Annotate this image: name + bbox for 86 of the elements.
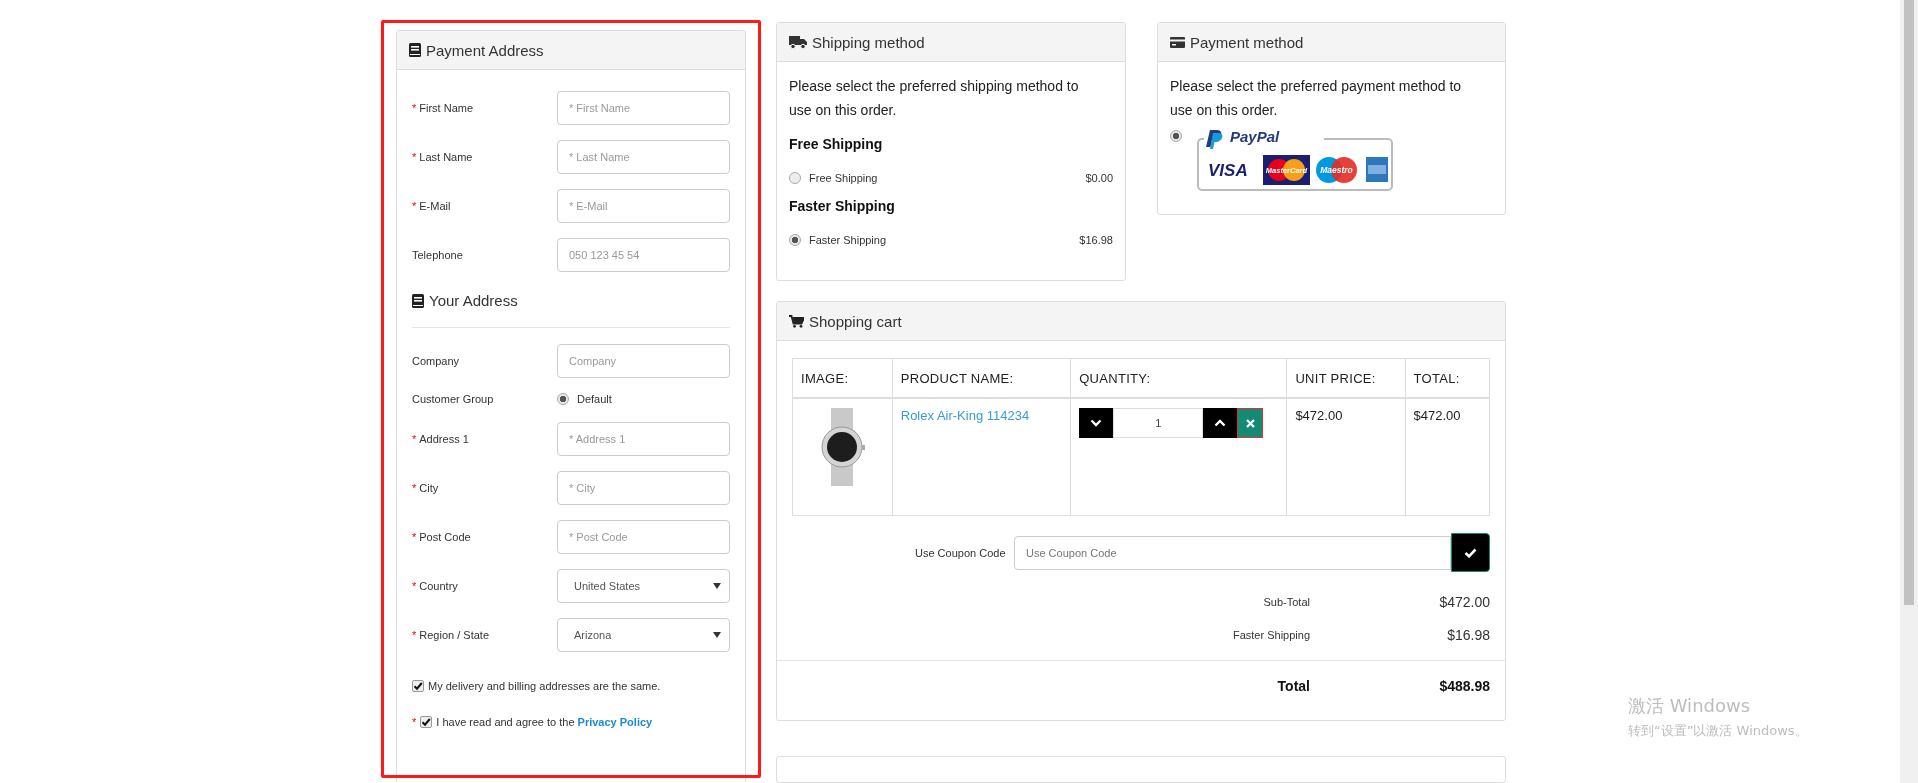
option-label: Free Shipping <box>809 172 878 184</box>
card-title: Shopping cart <box>809 312 902 330</box>
input-field[interactable]: * E-Mail <box>557 189 730 223</box>
privacy-policy-link[interactable]: Privacy Policy <box>577 716 653 728</box>
field-label: Address 1 <box>419 433 469 445</box>
card-title: Shipping method <box>812 33 925 51</box>
field-label: Telephone <box>412 249 463 261</box>
required-mark: * <box>412 433 417 445</box>
option-price: $16.98 <box>1079 234 1113 246</box>
field-label: Country <box>419 580 458 592</box>
section-title: Your Address <box>429 292 518 309</box>
required-mark: * <box>412 580 417 592</box>
card-title: Payment Address <box>426 41 544 59</box>
field-label: Region / State <box>419 629 489 641</box>
decrease-button[interactable] <box>1079 408 1114 438</box>
radio-label: Default <box>577 393 612 405</box>
cart-icon <box>789 314 804 328</box>
apply-coupon-button[interactable] <box>1451 533 1490 572</box>
remove-button[interactable] <box>1237 408 1264 438</box>
field-label: City <box>419 482 439 494</box>
required-mark: * <box>412 482 417 494</box>
caret-down-icon <box>713 582 721 590</box>
column-header: UNIT PRICE: <box>1286 358 1406 398</box>
close-icon <box>1245 418 1255 428</box>
field-label: Post Code <box>419 531 471 543</box>
input-field[interactable]: * City <box>557 471 730 505</box>
checkbox-label: I have read and agree to the Privacy Policy <box>436 716 653 728</box>
table-cell: $472.00 <box>1405 398 1490 516</box>
book-icon <box>409 43 421 57</box>
column-header: QUANTITY: <box>1070 358 1287 398</box>
option-label: Faster Shipping <box>809 234 887 246</box>
column-header: PRODUCT NAME: <box>892 358 1071 398</box>
field-label: Customer Group <box>412 393 494 405</box>
increase-button[interactable] <box>1203 408 1238 438</box>
activation-title: 激活 Windows <box>1628 694 1752 718</box>
select-field[interactable]: United States <box>557 569 730 603</box>
chevron-down-icon <box>1090 419 1103 427</box>
input-field[interactable]: * First Name <box>557 91 730 125</box>
grand-total-label: Total <box>1276 678 1310 694</box>
activation-subtitle: 转到“设置”以激活 Windows。 <box>1628 722 1808 740</box>
input-field[interactable]: * Last Name <box>557 140 730 174</box>
input-field[interactable]: 050 123 45 54 <box>557 238 730 272</box>
field-label: E-Mail <box>419 200 451 212</box>
description-text: Please select the preferred shipping method to use on this order. <box>789 77 1080 120</box>
credit-card-icon <box>1170 36 1185 48</box>
grand-total-value: $488.98 <box>1438 678 1490 694</box>
checkmark-icon <box>1464 547 1477 558</box>
field-label: Last Name <box>419 151 473 163</box>
option-price: $0.00 <box>1085 172 1113 184</box>
table-cell: $472.00 <box>1286 398 1406 516</box>
caret-down-icon <box>713 631 721 639</box>
radio-button[interactable] <box>1170 130 1182 142</box>
column-header: TOTAL: <box>1405 358 1490 398</box>
radio-button[interactable] <box>789 234 801 246</box>
chevron-up-icon <box>1214 419 1227 427</box>
field-label: First Name <box>419 102 474 114</box>
required-mark: * <box>412 531 417 543</box>
select-field[interactable]: Arizona <box>557 618 730 652</box>
required-mark: * <box>412 102 417 114</box>
total-label: Faster Shipping <box>1231 629 1310 641</box>
total-value: $472.00 <box>1438 594 1490 610</box>
checkbox-label: My delivery and billing addresses are the same. <box>428 680 661 692</box>
input-field[interactable]: * Address 1 <box>557 422 730 456</box>
radio-button[interactable] <box>789 172 801 184</box>
required-mark: * <box>412 716 417 728</box>
card-title: Payment method <box>1190 33 1304 51</box>
group-title: Faster Shipping <box>789 198 896 214</box>
column-header: IMAGE: <box>792 358 893 398</box>
checkbox[interactable] <box>412 680 424 692</box>
input-field[interactable]: * Post Code <box>557 520 730 554</box>
field-label: Company <box>412 355 460 367</box>
quantity-field[interactable]: 1 <box>1113 408 1204 438</box>
required-mark: * <box>412 629 417 641</box>
required-mark: * <box>412 200 417 212</box>
required-mark: * <box>412 151 417 163</box>
coupon-label: Use Coupon Code <box>915 546 1007 559</box>
description-text: Please select the preferred payment method to use on this order. <box>1170 77 1463 120</box>
checkbox[interactable] <box>420 716 433 728</box>
group-title: Free Shipping <box>789 136 884 152</box>
radio-button[interactable] <box>557 393 569 405</box>
total-value: $16.98 <box>1446 627 1490 643</box>
total-label: Sub-Total <box>1262 596 1310 608</box>
coupon-field[interactable]: Use Coupon Code <box>1014 535 1451 570</box>
truck-icon <box>789 35 807 49</box>
book-icon <box>412 293 424 308</box>
input-field[interactable]: Company <box>557 344 730 378</box>
